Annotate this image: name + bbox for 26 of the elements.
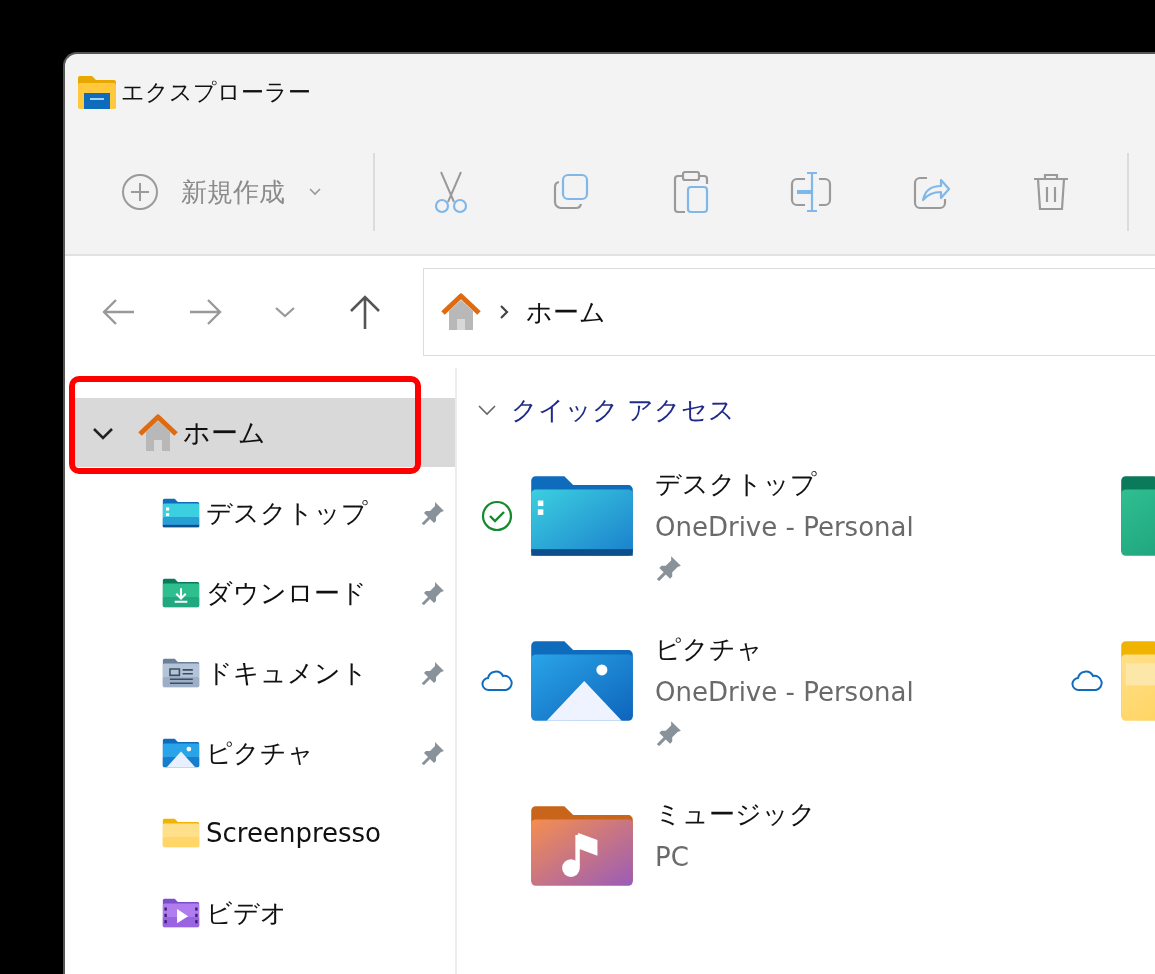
quick-access-item[interactable]: ピクチャ OneDrive - Personal bbox=[477, 631, 1067, 796]
item-location: OneDrive - Personal bbox=[655, 676, 914, 709]
window-title: エクスプローラー bbox=[121, 77, 311, 107]
sidebar-item[interactable]: ホーム bbox=[75, 398, 455, 467]
item-location: OneDrive - Personal bbox=[655, 511, 914, 544]
item-name: ピクチャ bbox=[655, 633, 764, 666]
quick-access-item[interactable]: デスクトップ OneDrive - Personal bbox=[477, 466, 1067, 631]
sidebar-item[interactable]: ビデオ bbox=[65, 873, 455, 953]
sidebar-item-label: ビデオ bbox=[206, 896, 287, 930]
sidebar-item-label: デスクトップ bbox=[206, 496, 368, 530]
sidebar-item[interactable]: ドキュメント bbox=[65, 633, 455, 713]
address-bar[interactable]: ホーム bbox=[423, 268, 1155, 356]
sidebar-item-label: ドキュメント bbox=[206, 656, 368, 690]
sidebar-item-label: Screenpresso bbox=[206, 818, 381, 848]
sidebar-item[interactable]: デスクトップ bbox=[65, 473, 455, 553]
sidebar-item[interactable]: ダウンロード bbox=[65, 553, 455, 633]
sidebar-item[interactable]: Screenpresso bbox=[65, 793, 455, 873]
section-title[interactable]: クイック アクセス bbox=[511, 392, 736, 428]
item-name: ミュージック bbox=[655, 798, 816, 831]
item-location: PC bbox=[655, 841, 690, 874]
item-name: デスクトップ bbox=[655, 468, 818, 501]
sidebar-item[interactable]: ピクチャ bbox=[65, 713, 455, 793]
breadcrumb-item[interactable]: ホーム bbox=[526, 294, 606, 330]
sidebar-item-label: ダウンロード bbox=[206, 576, 367, 610]
quick-access-item[interactable]: ミュージック PC bbox=[477, 796, 1067, 961]
sidebar-item-label: ピクチャ bbox=[206, 736, 314, 770]
